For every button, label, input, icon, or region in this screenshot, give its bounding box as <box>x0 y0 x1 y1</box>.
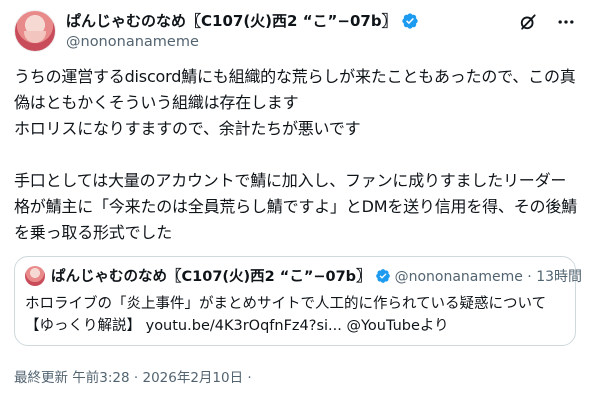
author-display-name[interactable]: ぱんじゃむのなめ〖C107(火)西2 “こ”−07b〗 <box>66 11 397 31</box>
quote-author-avatar <box>25 265 45 286</box>
author-name-row[interactable]: ぱんじゃむのなめ〖C107(火)西2 “こ”−07b〗 <box>66 11 419 31</box>
tweet-text: うちの運営するdiscord鯖にも組織的な荒らしが来たこともあったので、この真偽… <box>14 67 577 242</box>
tweet-timestamp[interactable]: 最終更新 午前3:28 · 2026年2月10日 · <box>14 366 252 386</box>
grok-icon[interactable] <box>518 12 538 32</box>
author-avatar[interactable] <box>14 10 56 52</box>
verified-badge-icon <box>375 268 390 283</box>
more-icon[interactable] <box>556 12 576 32</box>
header-actions <box>518 12 576 32</box>
verified-badge-icon <box>401 13 418 29</box>
quoted-tweet[interactable]: ぱんじゃむのなめ〖C107(火)西2 “こ”−07b〗 @nononanamem… <box>14 256 582 346</box>
quote-meta: @nononanameme · 13時間 <box>394 268 583 285</box>
tweet-header: ぱんじゃむのなめ〖C107(火)西2 “こ”−07b〗 @nononanamem… <box>14 10 576 54</box>
author-names: ぱんじゃむのなめ〖C107(火)西2 “こ”−07b〗 @nononanamem… <box>66 11 419 52</box>
quote-author-name: ぱんじゃむのなめ〖C107(火)西2 “こ”−07b〗 <box>51 269 371 285</box>
quote-text: ホロライブの「炎上事件」がまとめサイトで人工的に作られている疑惑について 【ゆっ… <box>25 296 547 334</box>
author-handle[interactable]: @nononanameme <box>66 32 419 52</box>
quote-header: ぱんじゃむのなめ〖C107(火)西2 “こ”−07b〗 @nononanamem… <box>25 265 582 286</box>
